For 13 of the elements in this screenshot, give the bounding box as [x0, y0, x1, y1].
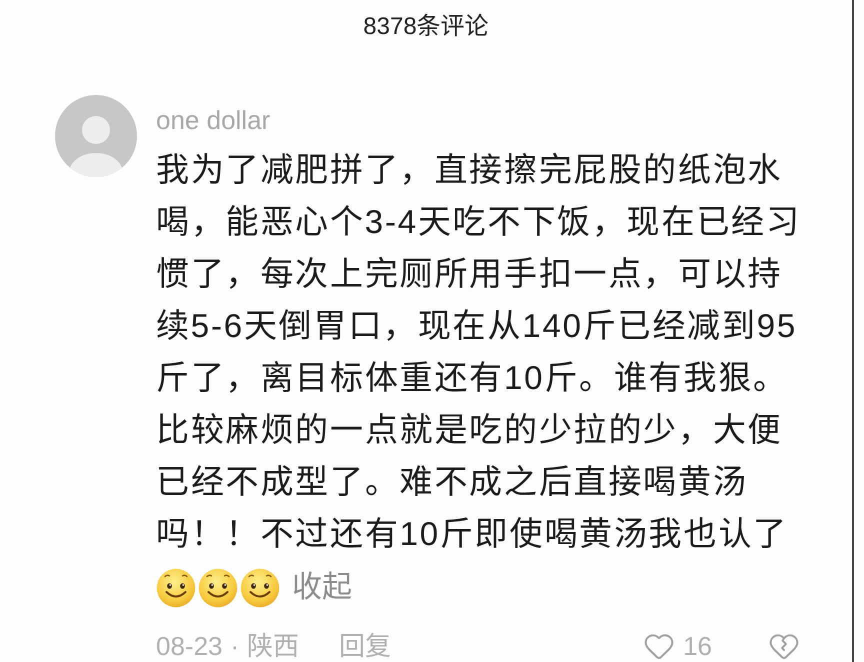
smiling-face-icon	[156, 568, 196, 608]
comment-count-title: 8378条评论	[363, 12, 489, 42]
comment-location: 陕西	[247, 631, 300, 661]
username[interactable]: one dollar	[156, 102, 270, 138]
smiling-face-icon	[240, 568, 280, 608]
comment-date: 08-23	[156, 631, 222, 661]
reply-button[interactable]: 回复	[339, 631, 392, 661]
collapse-link[interactable]: 收起	[292, 571, 352, 604]
separator-dot: ·	[230, 631, 240, 661]
avatar-icon	[55, 94, 137, 177]
comment-text: 我为了减肥拼了，直接擦完屁股的纸泡水喝，能恶心个3-4天吃不下饭，现在已经习惯了，每次上完厕所用手扣一点，可以持续5-6天倒胃口，现在从140斤已经减到95斤了，离目标体重还有10斤。谁有我狠。比较麻烦的一点就是吃的少拉的少，大便已经不成型了。难不成之后直接喝黄汤吗！！不过还有10斤即使喝黄汤我也认了	[156, 150, 801, 552]
like-count: 16	[683, 631, 712, 661]
smiling-face-icon	[198, 568, 238, 608]
